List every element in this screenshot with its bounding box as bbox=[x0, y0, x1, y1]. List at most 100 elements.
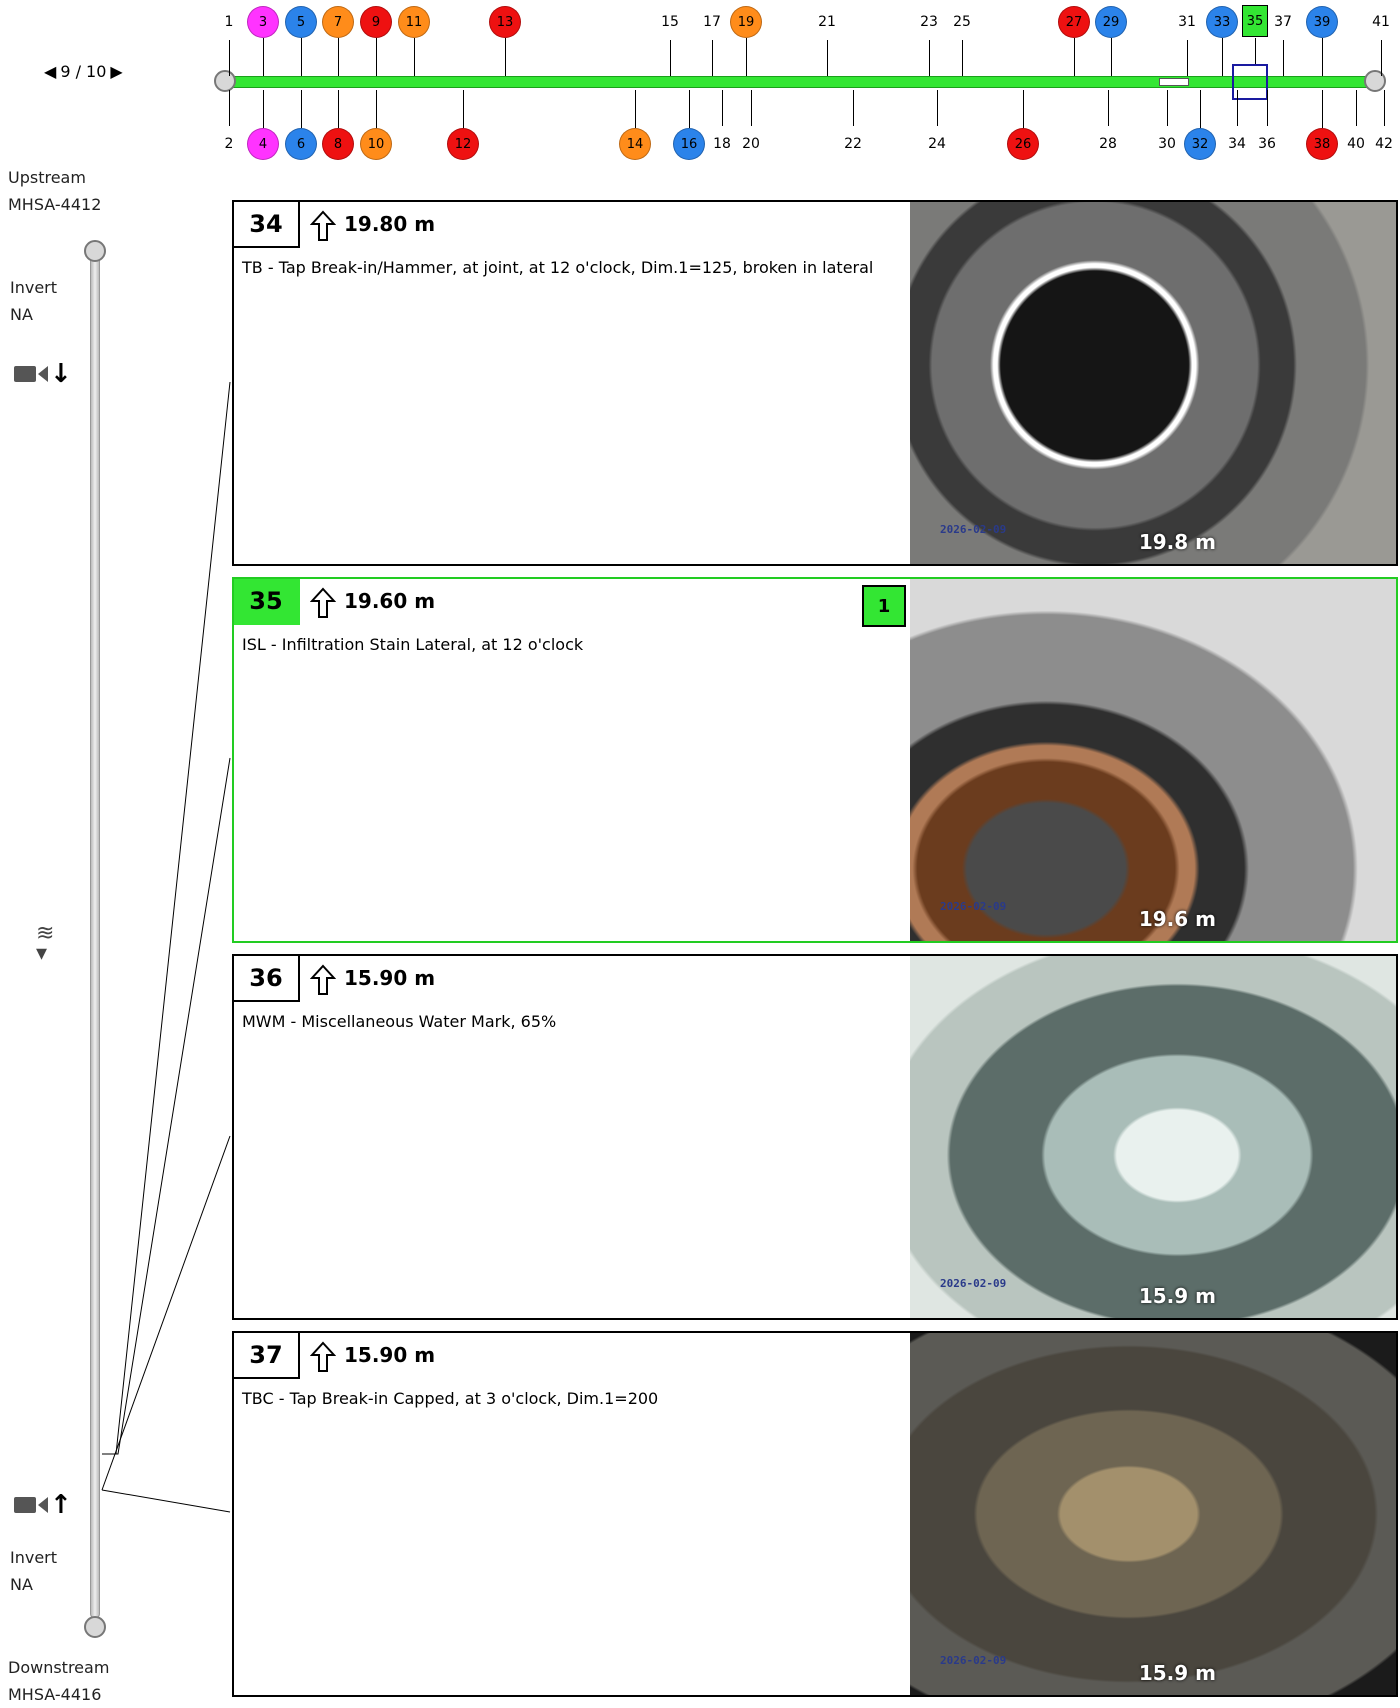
timeline-tick bbox=[670, 40, 671, 76]
timeline-bottom-label[interactable]: 22 bbox=[844, 136, 862, 152]
photo-date: 2026-02-09 bbox=[940, 1277, 1007, 1290]
timeline-tick bbox=[1283, 40, 1284, 76]
observation-badge: 1 bbox=[862, 585, 906, 627]
observation-photo[interactable]: 2026-02-09 15.9 m bbox=[910, 1333, 1396, 1695]
timeline-tick bbox=[1074, 38, 1075, 76]
timeline-selected-marker[interactable]: 35 bbox=[1242, 5, 1268, 37]
timeline-tick bbox=[1108, 90, 1109, 126]
timeline-top-marker[interactable]: 9 bbox=[360, 6, 392, 38]
timeline-tick bbox=[301, 90, 302, 128]
timeline-tick bbox=[751, 90, 752, 126]
timeline-top-label[interactable]: 37 bbox=[1274, 14, 1292, 30]
timeline-tick bbox=[937, 90, 938, 126]
timeline-bottom-label[interactable]: 30 bbox=[1158, 136, 1176, 152]
timeline-tick bbox=[263, 90, 264, 128]
timeline-bottom-marker[interactable]: 14 bbox=[619, 128, 651, 160]
observation-distance: 19.60 m bbox=[344, 589, 436, 613]
timeline-bottom-marker[interactable]: 10 bbox=[360, 128, 392, 160]
timeline-top-marker[interactable]: 3 bbox=[247, 6, 279, 38]
timeline-tick bbox=[1237, 90, 1238, 126]
timeline-bottom-marker[interactable]: 4 bbox=[247, 128, 279, 160]
timeline-top-label[interactable]: 41 bbox=[1372, 14, 1390, 30]
pipe-joint-gap bbox=[1159, 78, 1189, 86]
timeline-top-label[interactable]: 17 bbox=[703, 14, 721, 30]
observation-description: TBC - Tap Break-in Capped, at 3 o'clock,… bbox=[242, 1389, 659, 1408]
timeline-bottom-marker[interactable]: 32 bbox=[1184, 128, 1216, 160]
observation-card-selected[interactable]: 35 19.60 m ISL - Infiltration Stain Late… bbox=[232, 577, 1398, 943]
timeline-tick bbox=[1222, 38, 1223, 76]
timeline-bottom-marker[interactable]: 6 bbox=[285, 128, 317, 160]
direction-up-icon bbox=[310, 587, 336, 618]
timeline-tick bbox=[338, 38, 339, 76]
timeline-top-marker[interactable]: 39 bbox=[1306, 6, 1338, 38]
timeline-top-label[interactable]: 21 bbox=[818, 14, 836, 30]
timeline-bottom-marker[interactable]: 38 bbox=[1306, 128, 1338, 160]
timeline-tick bbox=[301, 38, 302, 76]
timeline-bottom-label[interactable]: 34 bbox=[1228, 136, 1246, 152]
observation-number: 35 bbox=[234, 579, 300, 625]
photo-distance: 19.8 m bbox=[1138, 530, 1216, 554]
timeline-top-marker[interactable]: 13 bbox=[489, 6, 521, 38]
direction-up-icon bbox=[310, 964, 336, 995]
timeline-tick bbox=[505, 38, 506, 76]
timeline-tick bbox=[376, 38, 377, 76]
timeline-tick bbox=[1111, 38, 1112, 76]
observation-card[interactable]: 34 19.80 m TB - Tap Break-in/Hammer, at … bbox=[232, 200, 1398, 566]
timeline-top-marker[interactable]: 11 bbox=[398, 6, 430, 38]
timeline-tick bbox=[712, 40, 713, 76]
timeline-tick bbox=[962, 40, 963, 76]
timeline-tick bbox=[414, 38, 415, 76]
timeline-tick bbox=[338, 90, 339, 128]
timeline-bottom-label[interactable]: 24 bbox=[928, 136, 946, 152]
observation-number: 34 bbox=[234, 202, 300, 248]
timeline-tick bbox=[1187, 40, 1188, 76]
photo-date: 2026-02-09 bbox=[940, 900, 1007, 913]
observation-description: MWM - Miscellaneous Water Mark, 65% bbox=[242, 1012, 557, 1031]
timeline-tick bbox=[376, 90, 377, 128]
timeline-bottom-label[interactable]: 18 bbox=[713, 136, 731, 152]
timeline-bottom-label[interactable]: 42 bbox=[1375, 136, 1393, 152]
observation-number: 36 bbox=[234, 956, 300, 1002]
observation-distance: 15.90 m bbox=[344, 1343, 436, 1367]
observation-card[interactable]: 36 15.90 m MWM - Miscellaneous Water Mar… bbox=[232, 954, 1398, 1320]
pipe-bar[interactable] bbox=[224, 76, 1376, 88]
timeline-top-marker[interactable]: 5 bbox=[285, 6, 317, 38]
timeline-top-marker[interactable]: 7 bbox=[322, 6, 354, 38]
timeline-tick bbox=[722, 90, 723, 126]
timeline-tick bbox=[463, 90, 464, 128]
timeline-top-marker[interactable]: 19 bbox=[730, 6, 762, 38]
timeline-top-label[interactable]: 15 bbox=[661, 14, 679, 30]
timeline-top-label[interactable]: 23 bbox=[920, 14, 938, 30]
timeline-tick bbox=[1322, 38, 1323, 76]
timeline-top-marker[interactable]: 29 bbox=[1095, 6, 1127, 38]
photo-distance: 19.6 m bbox=[1138, 907, 1216, 931]
timeline-bottom-label[interactable]: 20 bbox=[742, 136, 760, 152]
timeline-bottom-label[interactable]: 36 bbox=[1258, 136, 1276, 152]
direction-up-icon bbox=[310, 210, 336, 241]
timeline-top-label[interactable]: 25 bbox=[953, 14, 971, 30]
observation-photo[interactable]: 2026-02-09 15.9 m bbox=[910, 956, 1396, 1318]
observation-photo[interactable]: 2026-02-09 19.6 m bbox=[910, 579, 1396, 941]
timeline-top-marker[interactable]: 27 bbox=[1058, 6, 1090, 38]
photo-date: 2026-02-09 bbox=[940, 523, 1007, 536]
timeline-bottom-label[interactable]: 40 bbox=[1347, 136, 1365, 152]
timeline-tick bbox=[263, 38, 264, 76]
photo-distance: 15.9 m bbox=[1138, 1661, 1216, 1685]
timeline-top-marker[interactable]: 33 bbox=[1206, 6, 1238, 38]
timeline-bottom-marker[interactable]: 8 bbox=[322, 128, 354, 160]
timeline-bottom-label[interactable]: 28 bbox=[1099, 136, 1117, 152]
observation-distance: 19.80 m bbox=[344, 212, 436, 236]
timeline-bottom-marker[interactable]: 16 bbox=[673, 128, 705, 160]
timeline-tick bbox=[1381, 40, 1382, 76]
timeline-tick bbox=[1255, 38, 1256, 64]
timeline-tick bbox=[1267, 90, 1268, 126]
observation-card[interactable]: 37 15.90 m TBC - Tap Break-in Capped, at… bbox=[232, 1331, 1398, 1697]
timeline-bottom-marker[interactable]: 12 bbox=[447, 128, 479, 160]
timeline-bottom-marker[interactable]: 26 bbox=[1007, 128, 1039, 160]
photo-distance: 15.9 m bbox=[1138, 1284, 1216, 1308]
timeline-tick bbox=[1356, 90, 1357, 126]
timeline-top-label[interactable]: 31 bbox=[1178, 14, 1196, 30]
timeline-tick bbox=[1167, 90, 1168, 126]
direction-up-icon bbox=[310, 1341, 336, 1372]
observation-photo[interactable]: 2026-02-09 19.8 m bbox=[910, 202, 1396, 564]
